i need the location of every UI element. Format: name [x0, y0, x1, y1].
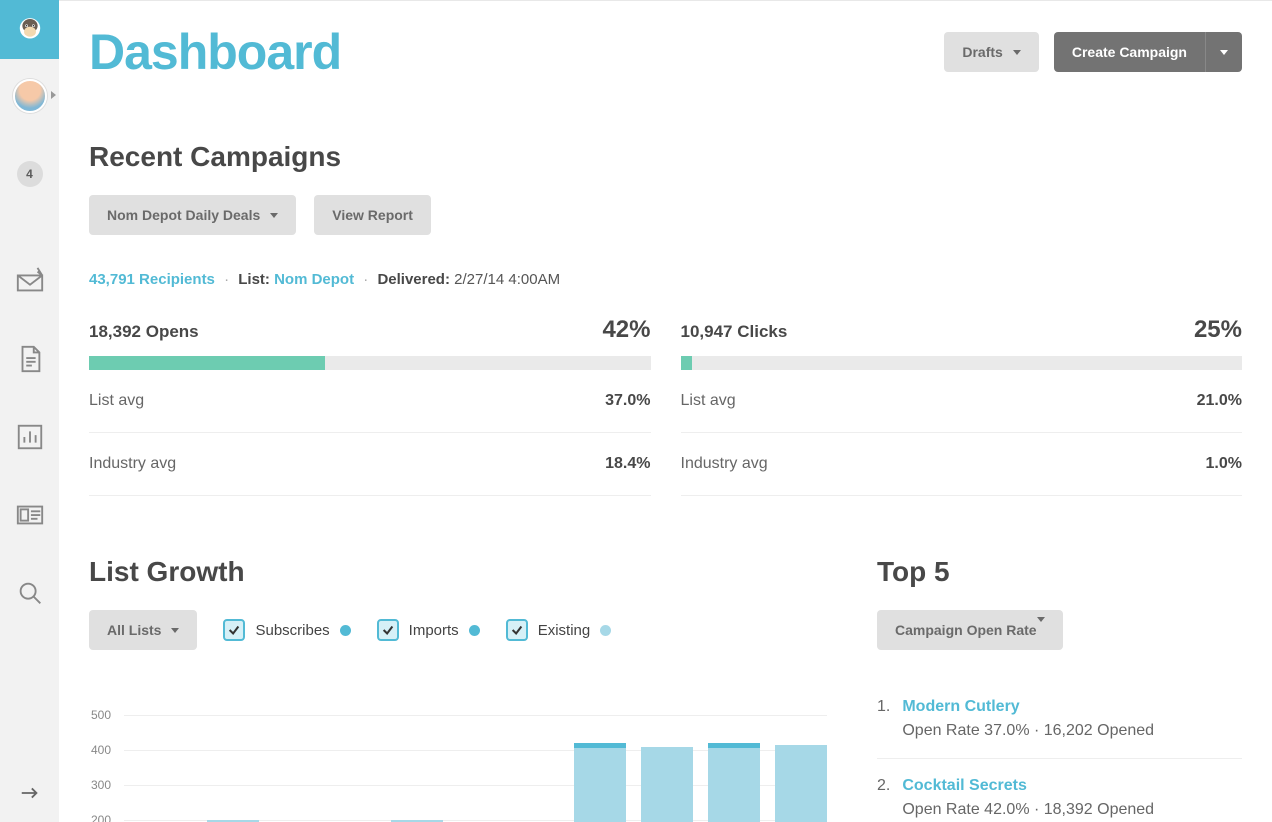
- top5-list: 1. Modern Cutlery Open Rate 37.0% · 16,202…: [877, 698, 1242, 822]
- chart-bar: [574, 743, 626, 822]
- subscribes-toggle[interactable]: Subscribes: [223, 619, 350, 641]
- y-tick: 500: [91, 708, 111, 722]
- top5-item[interactable]: 1. Modern Cutlery Open Rate 37.0% · 16,202…: [877, 698, 1242, 759]
- mailchimp-icon: [13, 13, 47, 47]
- clicks-metric: 10,947 Clicks 25% List avg 21.0% Industry…: [681, 316, 1243, 496]
- avatar: [13, 79, 47, 113]
- create-campaign-dropdown[interactable]: [1205, 32, 1242, 72]
- opens-count: 18,392 Opens: [89, 322, 199, 342]
- campaign-select-dropdown[interactable]: Nom Depot Daily Deals: [89, 195, 296, 235]
- list-growth-section: List Growth All Lists Subscribes Imports: [89, 556, 827, 822]
- stat-label: List avg: [89, 392, 144, 410]
- campaign-name: Modern Cutlery: [902, 698, 1154, 716]
- opens-metric: 18,392 Opens 42% List avg 37.0% Industry …: [89, 316, 651, 496]
- delivered-value: 2/27/14 4:00AM: [454, 271, 560, 288]
- nav-lists[interactable]: [0, 476, 59, 554]
- list-growth-chart: 200300400500: [109, 680, 827, 822]
- checkbox-checked-icon: [223, 619, 245, 641]
- legend-dot: [600, 625, 611, 636]
- stat-label: Industry avg: [89, 455, 176, 473]
- list-growth-heading: List Growth: [89, 556, 827, 588]
- opens-bar: [89, 356, 651, 370]
- nav-reports[interactable]: [0, 398, 59, 476]
- all-lists-label: All Lists: [107, 622, 161, 638]
- expand-sidebar[interactable]: [0, 782, 59, 804]
- chevron-right-icon: [51, 91, 56, 99]
- recipients-link[interactable]: 43,791 Recipients: [89, 271, 215, 288]
- all-lists-dropdown[interactable]: All Lists: [89, 610, 197, 650]
- nav-templates[interactable]: [0, 320, 59, 398]
- notification-badge[interactable]: 4: [17, 161, 43, 187]
- campaign-meta: 43,791 Recipients · List: Nom Depot · De…: [89, 271, 1242, 288]
- imports-toggle[interactable]: Imports: [377, 619, 480, 641]
- app-logo[interactable]: [0, 0, 59, 59]
- top5-dropdown-label: Campaign Open Rate: [895, 622, 1037, 638]
- create-campaign-button[interactable]: Create Campaign: [1054, 32, 1205, 72]
- stat-value: 21.0%: [1197, 392, 1242, 410]
- top5-section: Top 5 Campaign Open Rate 1. Modern Cutler…: [877, 556, 1242, 822]
- checkbox-checked-icon: [377, 619, 399, 641]
- y-tick: 300: [91, 778, 111, 792]
- top5-item[interactable]: 2. Cocktail Secrets Open Rate 42.0% · 18,3…: [877, 759, 1242, 822]
- stat-value: 1.0%: [1206, 455, 1242, 473]
- stat-value: 37.0%: [605, 392, 650, 410]
- rank: 2.: [877, 777, 890, 819]
- rank: 1.: [877, 698, 890, 740]
- legend-label: Subscribes: [255, 622, 329, 639]
- existing-toggle[interactable]: Existing: [506, 619, 612, 641]
- stat-label: List avg: [681, 392, 736, 410]
- clicks-pct: 25%: [1194, 316, 1242, 344]
- stat-value: 18.4%: [605, 455, 650, 473]
- search-icon: [15, 578, 45, 608]
- campaign-name: Cocktail Secrets: [902, 777, 1154, 795]
- campaign-sub: Open Rate 37.0% · 16,202 Opened: [902, 722, 1154, 740]
- checkbox-checked-icon: [506, 619, 528, 641]
- chevron-down-icon: [270, 213, 278, 218]
- opens-pct: 42%: [602, 316, 650, 344]
- templates-icon: [15, 344, 45, 374]
- y-tick: 200: [91, 813, 111, 822]
- y-tick: 400: [91, 743, 111, 757]
- campaign-sub: Open Rate 42.0% · 18,392 Opened: [902, 801, 1154, 819]
- sidebar: 4: [0, 0, 59, 822]
- chevron-down-icon: [171, 628, 179, 633]
- recent-campaigns-heading: Recent Campaigns: [89, 141, 1242, 173]
- chart-bar: [641, 747, 693, 822]
- legend-dot: [469, 625, 480, 636]
- nav-campaigns[interactable]: [0, 242, 59, 320]
- top5-heading: Top 5: [877, 556, 1242, 588]
- clicks-count: 10,947 Clicks: [681, 322, 788, 342]
- chevron-down-icon: [1013, 50, 1021, 55]
- lists-icon: [15, 500, 45, 530]
- arrow-right-icon: [19, 782, 41, 804]
- drafts-dropdown[interactable]: Drafts: [944, 32, 1038, 72]
- stat-label: Industry avg: [681, 455, 768, 473]
- legend-dot: [340, 625, 351, 636]
- list-link[interactable]: Nom Depot: [274, 271, 354, 288]
- legend-label: Existing: [538, 622, 591, 639]
- page-title: Dashboard: [89, 23, 341, 81]
- drafts-label: Drafts: [962, 44, 1002, 60]
- nav-search[interactable]: [0, 554, 59, 632]
- clicks-bar: [681, 356, 1243, 370]
- top5-metric-dropdown[interactable]: Campaign Open Rate: [877, 610, 1063, 650]
- reports-icon: [15, 422, 45, 452]
- chevron-down-icon: [1037, 617, 1045, 638]
- chart-bar: [708, 743, 760, 822]
- chevron-down-icon: [1220, 50, 1228, 55]
- main-content: Dashboard Drafts Create Campaign Recent …: [59, 0, 1272, 822]
- account-menu[interactable]: [13, 79, 47, 113]
- campaigns-icon: [15, 266, 45, 296]
- view-report-button[interactable]: View Report: [314, 195, 431, 235]
- chart-bar: [775, 745, 827, 822]
- legend-label: Imports: [409, 622, 459, 639]
- campaign-select-label: Nom Depot Daily Deals: [107, 207, 260, 223]
